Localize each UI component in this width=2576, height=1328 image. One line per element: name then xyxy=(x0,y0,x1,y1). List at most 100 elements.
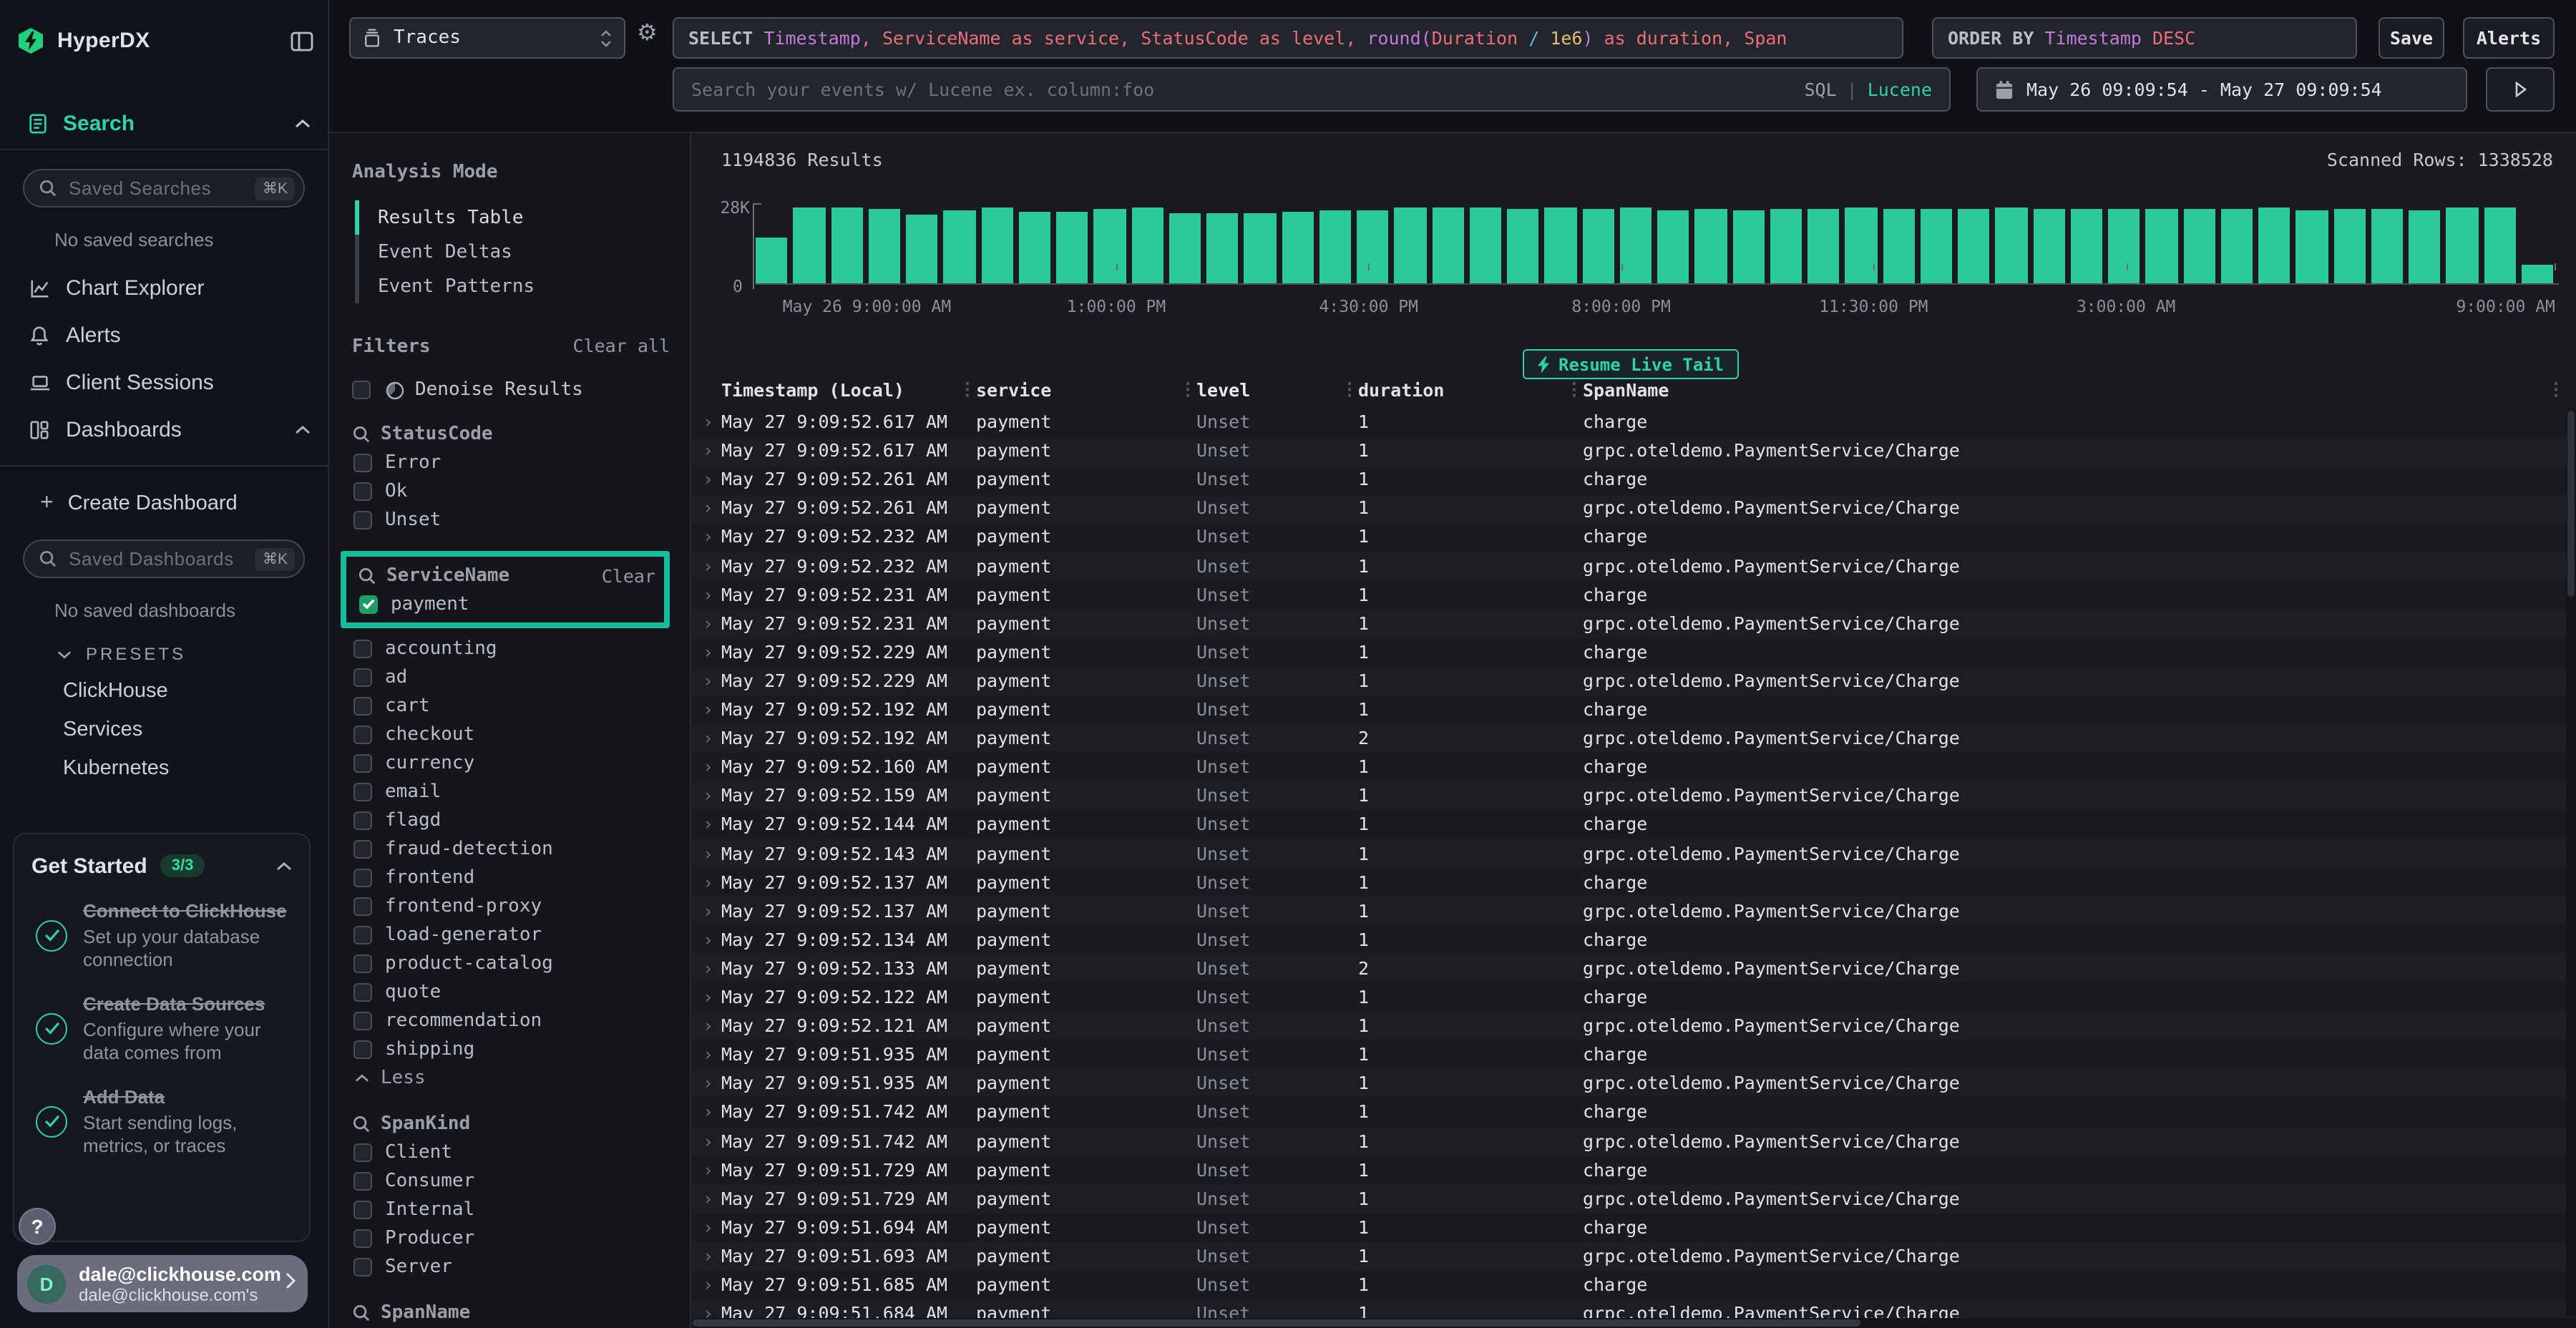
save-button[interactable]: Save xyxy=(2379,17,2444,59)
table-row[interactable]: ›May 27 9:09:52.617 AMpaymentUnset1charg… xyxy=(693,408,2576,436)
checkbox[interactable] xyxy=(353,1171,372,1190)
facet-option-ad[interactable]: ad xyxy=(352,663,670,691)
table-row[interactable]: ›May 27 9:09:51.694 AMpaymentUnset1charg… xyxy=(693,1214,2576,1242)
get-started-step-add-data[interactable]: Add Data Start sending logs, metrics, or… xyxy=(31,1085,292,1158)
facet-option-cart[interactable]: cart xyxy=(352,691,670,720)
checkbox[interactable] xyxy=(353,668,372,686)
facet-option-Producer[interactable]: Producer xyxy=(352,1224,670,1252)
table-row[interactable]: ›May 27 9:09:52.143 AMpaymentUnset1grpc.… xyxy=(693,839,2576,868)
table-row[interactable]: ›May 27 9:09:52.192 AMpaymentUnset1charg… xyxy=(693,695,2576,724)
sidebar-item-search[interactable]: Search xyxy=(0,110,328,150)
facet-option-checkout[interactable]: checkout xyxy=(352,720,670,748)
table-row[interactable]: ›May 27 9:09:52.160 AMpaymentUnset1charg… xyxy=(693,753,2576,781)
facet-clear-link[interactable]: Clear xyxy=(602,565,658,586)
checkbox[interactable] xyxy=(353,1143,372,1161)
search-icon[interactable] xyxy=(352,1114,371,1133)
col-timestamp[interactable]: Timestamp (Local) xyxy=(721,379,904,401)
table-row[interactable]: ›May 27 9:09:52.134 AMpaymentUnset1charg… xyxy=(693,926,2576,954)
denoise-checkbox[interactable] xyxy=(352,381,371,399)
facet-option-Client[interactable]: Client xyxy=(352,1138,670,1166)
checkbox[interactable] xyxy=(353,482,372,500)
checkbox[interactable] xyxy=(353,753,372,772)
lucene-search-input[interactable]: Search your events w/ Lucene ex. column:… xyxy=(673,67,1951,112)
checkbox[interactable] xyxy=(353,782,372,801)
denoise-results-row[interactable]: Denoise Results xyxy=(352,378,670,402)
table-row[interactable]: ›May 27 9:09:52.137 AMpaymentUnset1charg… xyxy=(693,868,2576,897)
facet-option-currency[interactable]: currency xyxy=(352,748,670,777)
checkbox[interactable] xyxy=(353,811,372,829)
table-row[interactable]: ›May 27 9:09:52.261 AMpaymentUnset1charg… xyxy=(693,465,2576,494)
table-options-kebab-icon[interactable]: ⋮ xyxy=(2547,379,2565,399)
col-resize-handle[interactable]: ⋮ xyxy=(1566,379,1583,399)
table-row[interactable]: ›May 27 9:09:52.617 AMpaymentUnset1grpc.… xyxy=(693,436,2576,465)
col-spanname[interactable]: SpanName xyxy=(1583,379,1669,401)
source-select[interactable]: Traces xyxy=(349,17,625,59)
checkbox[interactable] xyxy=(353,982,372,1001)
sidebar-item-alerts[interactable]: Alerts xyxy=(0,312,328,359)
col-service[interactable]: service xyxy=(976,379,1051,401)
clear-all-link[interactable]: Clear all xyxy=(573,335,670,356)
checkbox-checked[interactable] xyxy=(359,595,378,613)
facet-option-payment[interactable]: payment xyxy=(358,590,658,618)
facet-option-quote[interactable]: quote xyxy=(352,977,670,1006)
get-started-step-connect[interactable]: Connect to ClickHouse Set up your databa… xyxy=(31,899,292,972)
table-row[interactable]: ›May 27 9:09:51.729 AMpaymentUnset1grpc.… xyxy=(693,1184,2576,1213)
user-menu[interactable]: D dale@clickhouse.com dale@clickhouse.co… xyxy=(17,1255,308,1312)
mode-event-patterns[interactable]: Event Patterns xyxy=(352,269,670,303)
table-row[interactable]: ›May 27 9:09:52.229 AMpaymentUnset1grpc.… xyxy=(693,667,2576,695)
facet-option-product-catalog[interactable]: product-catalog xyxy=(352,949,670,977)
mode-event-deltas[interactable]: Event Deltas xyxy=(352,235,670,269)
run-query-button[interactable] xyxy=(2486,67,2555,112)
facet-option-Internal[interactable]: Internal xyxy=(352,1195,670,1224)
chevron-up-icon[interactable] xyxy=(276,853,292,879)
table-row[interactable]: ›May 27 9:09:52.232 AMpaymentUnset1grpc.… xyxy=(693,552,2576,580)
checkbox[interactable] xyxy=(353,510,372,529)
checkbox[interactable] xyxy=(353,725,372,743)
lang-toggle-sql[interactable]: SQL xyxy=(1804,79,1836,100)
facet-option-frontend-proxy[interactable]: frontend-proxy xyxy=(352,892,670,920)
checkbox[interactable] xyxy=(353,696,372,715)
facet-option-Server[interactable]: Server xyxy=(352,1252,670,1281)
checkbox[interactable] xyxy=(353,453,372,472)
horizontal-scrollbar[interactable] xyxy=(693,1318,2576,1328)
facet-option-fraud-detection[interactable]: fraud-detection xyxy=(352,834,670,863)
checkbox[interactable] xyxy=(353,897,372,915)
results-histogram[interactable]: 28K 0 May 26 9:00:00 AM1:00:00 PM4:30:00… xyxy=(713,190,2562,316)
chevron-up-icon[interactable] xyxy=(295,425,311,435)
facet-option-Ok[interactable]: Ok xyxy=(352,477,670,505)
table-row[interactable]: ›May 27 9:09:52.159 AMpaymentUnset1grpc.… xyxy=(693,782,2576,811)
table-row[interactable]: ›May 27 9:09:52.137 AMpaymentUnset1grpc.… xyxy=(693,897,2576,925)
mode-results-table[interactable]: Results Table xyxy=(352,200,670,235)
preset-item-clickhouse[interactable]: ClickHouse xyxy=(63,680,328,703)
checkbox[interactable] xyxy=(353,1200,372,1219)
facet-option-shipping[interactable]: shipping xyxy=(352,1035,670,1063)
checkbox[interactable] xyxy=(353,1257,372,1276)
vertical-scrollbar[interactable] xyxy=(2566,408,2576,1317)
table-row[interactable]: ›May 27 9:09:52.229 AMpaymentUnset1charg… xyxy=(693,638,2576,667)
alerts-button[interactable]: Alerts xyxy=(2463,17,2555,59)
table-row[interactable]: ›May 27 9:09:52.192 AMpaymentUnset2grpc.… xyxy=(693,724,2576,753)
sidebar-item-chart-explorer[interactable]: Chart Explorer xyxy=(0,265,328,312)
col-resize-handle[interactable]: ⋮ xyxy=(1341,379,1358,399)
col-level[interactable]: level xyxy=(1196,379,1250,401)
checkbox[interactable] xyxy=(353,868,372,887)
preset-item-services[interactable]: Services xyxy=(63,718,328,741)
get-started-step-sources[interactable]: Create Data Sources Configure where your… xyxy=(31,992,292,1065)
facet-option-accounting[interactable]: accounting xyxy=(352,634,670,663)
table-row[interactable]: ›May 27 9:09:52.231 AMpaymentUnset1grpc.… xyxy=(693,609,2576,638)
facet-option-recommendation[interactable]: recommendation xyxy=(352,1006,670,1035)
table-row[interactable]: ›May 27 9:09:52.144 AMpaymentUnset1charg… xyxy=(693,811,2576,839)
table-row[interactable]: ›May 27 9:09:52.261 AMpaymentUnset1grpc.… xyxy=(693,494,2576,523)
facet-option-load-generator[interactable]: load-generator xyxy=(352,920,670,949)
checkbox[interactable] xyxy=(353,954,372,972)
preset-item-kubernetes[interactable]: Kubernetes xyxy=(63,757,328,780)
table-row[interactable]: ›May 27 9:09:52.133 AMpaymentUnset2grpc.… xyxy=(693,954,2576,983)
facet-option-flagd[interactable]: flagd xyxy=(352,806,670,834)
facet-option-Error[interactable]: Error xyxy=(352,448,670,477)
facet-option-email[interactable]: email xyxy=(352,777,670,806)
search-icon[interactable] xyxy=(358,566,376,585)
source-settings-gear-icon[interactable]: ⚙ xyxy=(637,19,658,46)
table-row[interactable]: ›May 27 9:09:52.121 AMpaymentUnset1grpc.… xyxy=(693,1012,2576,1040)
facet-option-Unset[interactable]: Unset xyxy=(352,505,670,534)
facet-option-frontend[interactable]: frontend xyxy=(352,863,670,892)
